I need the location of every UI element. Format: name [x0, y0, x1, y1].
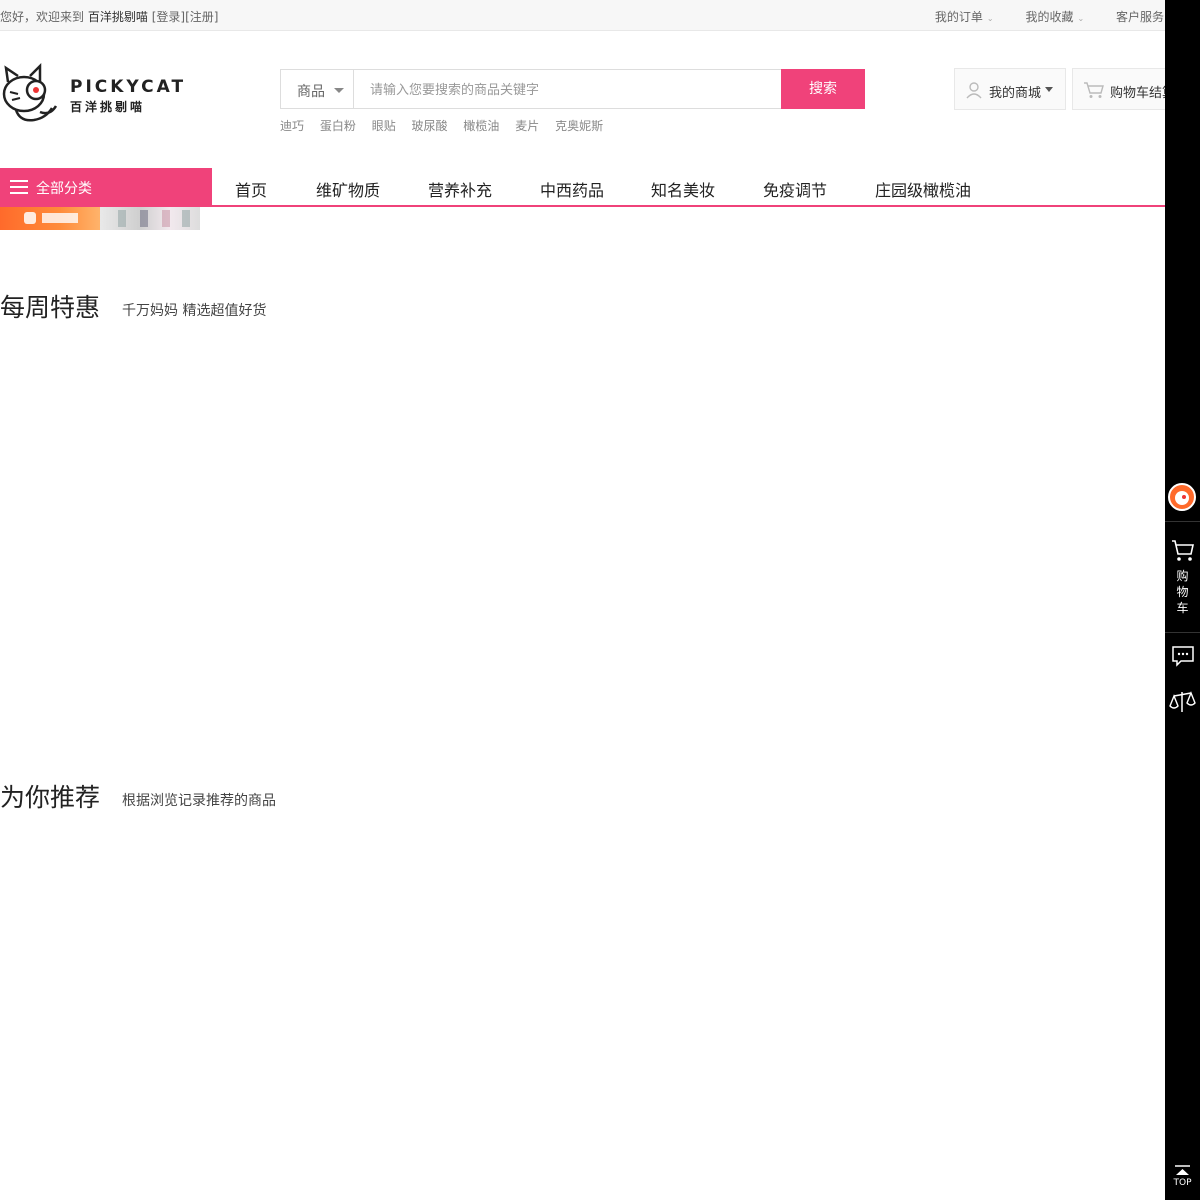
product-image [182, 210, 190, 227]
cat-avatar-icon [1175, 491, 1189, 505]
hot-keyword[interactable]: 克奥妮斯 [555, 119, 603, 133]
right-toolbar: 购 物 车 TOP [1165, 0, 1200, 1200]
banner-thumbnail[interactable] [0, 207, 100, 230]
promo-image [42, 213, 78, 223]
hot-keyword[interactable]: 麦片 [515, 119, 539, 133]
chevron-down-icon: ⌄ [1077, 14, 1085, 23]
nav-item-medicine[interactable]: 中西药品 [540, 177, 604, 201]
promo-icon [24, 212, 36, 224]
register-link[interactable]: [注册] [185, 10, 218, 24]
shopping-cart-icon [1084, 82, 1104, 98]
search-category-select[interactable]: 商品 [280, 69, 354, 109]
user-avatar[interactable] [1168, 483, 1196, 511]
main-nav: 全部分类 首页 维矿物质 营养补充 中西药品 知名美妆 免疫调节 庄园级橄榄油 [0, 168, 1165, 207]
arrow-up-icon [1175, 1165, 1190, 1175]
chevron-down-icon: ⌄ [986, 14, 994, 23]
my-favorites-link[interactable]: 我的收藏 ⌄ [1025, 8, 1084, 25]
nav-item-nutrition[interactable]: 营养补充 [428, 177, 492, 201]
greeting-text: 您好，欢迎来到 [0, 10, 85, 24]
my-orders-link[interactable]: 我的订单 ⌄ [935, 8, 994, 25]
menu-icon [10, 180, 28, 194]
banner-thumbnails [0, 207, 200, 230]
customer-service-label: 客户服务 [1115, 10, 1164, 24]
recommend-subtitle: 根据浏览记录推荐的商品 [122, 793, 276, 809]
product-image [118, 210, 126, 227]
caret-down-icon [334, 88, 344, 93]
hot-keyword[interactable]: 蛋白粉 [320, 119, 356, 133]
my-mall-label: 我的商城 [989, 86, 1042, 101]
weekly-deals-title: 每周特惠 [0, 293, 101, 322]
chat-bubble-icon [1172, 646, 1194, 667]
customer-service-link[interactable]: 客户服务 [1116, 8, 1164, 25]
divider [1165, 632, 1200, 633]
welcome-text: 您好，欢迎来到 百洋挑剔喵 [登录][注册] [0, 8, 218, 25]
sidebar-cart-button[interactable]: 购 物 车 [1165, 538, 1200, 616]
search-category-value: 商品 [297, 84, 325, 100]
hot-keyword[interactable]: 迪巧 [280, 119, 304, 133]
back-to-top-label: TOP [1173, 1178, 1192, 1188]
recommend-title: 为你推荐 [0, 783, 101, 812]
site-name: 百洋挑剔喵 [87, 10, 148, 24]
sidebar-message-button[interactable] [1165, 644, 1200, 672]
banner-thumbnail[interactable] [100, 207, 200, 230]
hot-keyword[interactable]: 眼贴 [372, 119, 396, 133]
search-input[interactable] [353, 69, 782, 109]
brand-name-en: PICKYCAT [70, 77, 187, 97]
cat-logo-icon [2, 62, 58, 122]
cart-char: 车 [1176, 601, 1189, 615]
site-logo[interactable]: PICKYCAT 百洋挑剔喵 [0, 62, 200, 130]
hot-keywords: 迪巧 蛋白粉 眼贴 玻尿酸 橄榄油 麦片 克奥妮斯 [280, 117, 615, 134]
product-image [162, 210, 170, 227]
product-image [140, 210, 148, 227]
user-icon [966, 82, 982, 99]
nav-item-vitamins[interactable]: 维矿物质 [316, 177, 380, 201]
login-link[interactable]: [登录] [152, 10, 185, 24]
divider [1165, 521, 1200, 522]
nav-item-olive-oil[interactable]: 庄园级橄榄油 [875, 177, 971, 201]
my-mall-button[interactable]: 我的商城 [954, 68, 1066, 110]
search-button[interactable]: 搜索 [781, 69, 865, 109]
hot-keyword[interactable]: 橄榄油 [463, 119, 499, 133]
nav-item-home[interactable]: 首页 [235, 177, 267, 201]
my-orders-label: 我的订单 [934, 10, 983, 24]
top-bar: 您好，欢迎来到 百洋挑剔喵 [登录][注册] 我的订单 ⌄ 我的收藏 ⌄ 客户服务 [0, 0, 1200, 31]
brand-name-cn: 百洋挑剔喵 [70, 100, 146, 114]
cart-char: 物 [1176, 585, 1189, 599]
scale-compare-icon [1169, 691, 1196, 712]
nav-item-immunity[interactable]: 免疫调节 [763, 177, 827, 201]
all-categories-label: 全部分类 [36, 181, 92, 197]
my-favorites-label: 我的收藏 [1025, 10, 1074, 24]
hot-keyword[interactable]: 玻尿酸 [412, 119, 448, 133]
cart-char: 购 [1176, 569, 1189, 583]
sidebar-compare-button[interactable] [1165, 688, 1200, 720]
all-categories-button[interactable]: 全部分类 [0, 168, 212, 205]
caret-down-icon [1045, 87, 1053, 92]
shopping-cart-icon [1172, 540, 1194, 561]
weekly-deals-subtitle: 千万妈妈 精选超值好货 [122, 303, 267, 319]
sidebar-cart-label: 购 物 车 [1165, 568, 1200, 616]
top-links: 我的订单 ⌄ 我的收藏 ⌄ 客户服务 [907, 8, 1164, 25]
nav-item-beauty[interactable]: 知名美妆 [651, 177, 715, 201]
search-bar: 商品 搜索 [280, 69, 865, 109]
